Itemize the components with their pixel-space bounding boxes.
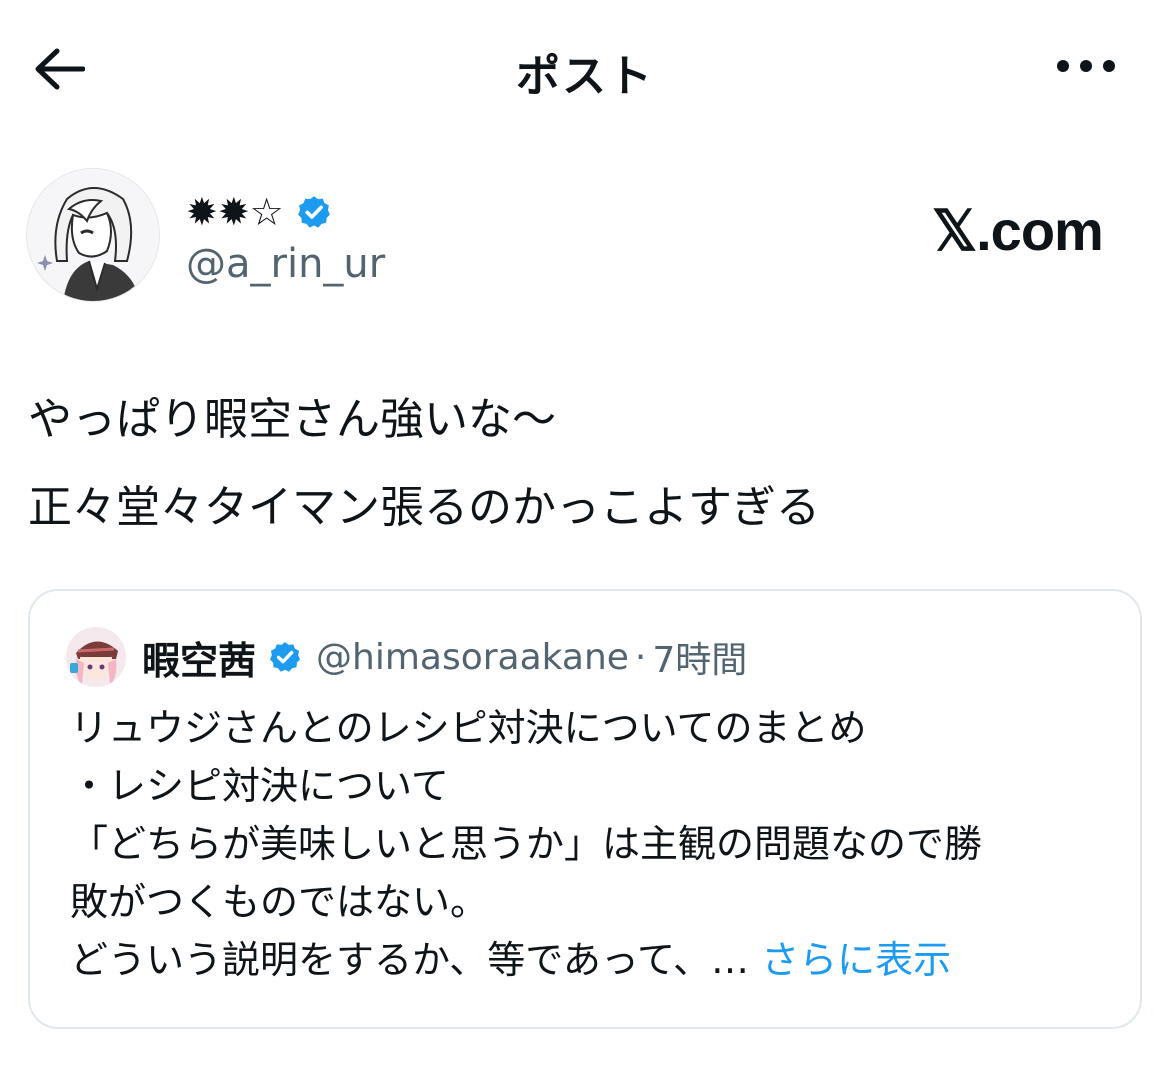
separator-dot: ·	[634, 636, 647, 678]
verified-badge-icon	[269, 642, 301, 672]
quoted-line: 敗がつくものではない。	[70, 880, 489, 924]
quoted-author-name[interactable]: 暇空茜	[142, 630, 256, 685]
author-name-text: ✹✹☆	[186, 190, 284, 234]
top-bar: ポスト	[0, 0, 1170, 135]
author-handle[interactable]: @a_rin_ur	[186, 240, 385, 288]
author-display-name[interactable]: ✹✹☆	[186, 190, 332, 234]
quoted-post-text: リュウジさんとのレシピ対決についてのまとめ ・レシピ対決について 「どちらが美味…	[70, 699, 1120, 989]
more-options-button[interactable]	[1050, 44, 1122, 88]
more-horizontal-icon	[1057, 60, 1115, 72]
x-com-watermark: 𝕏.com	[932, 199, 1104, 262]
quoted-author-avatar	[66, 627, 126, 687]
quoted-post-header: 暇空茜 @himasoraakane · 7時間	[66, 627, 747, 687]
page-title: ポスト	[516, 51, 654, 102]
show-more-link[interactable]: さらに表示	[761, 938, 951, 982]
author-avatar[interactable]	[26, 168, 160, 302]
quoted-line: ・レシピ対決について	[70, 764, 449, 808]
post-page: ポスト ✹✹☆ @a_rin_ur 𝕏.com やっぱり暇空さん強いな〜 正々堂…	[0, 0, 1170, 1068]
verified-badge-icon	[297, 196, 330, 228]
quoted-line-text: どういう説明をするか、等であって、…	[70, 938, 762, 982]
post-text: やっぱり暇空さん強いな〜 正々堂々タイマン張るのかっこよすぎる	[28, 376, 1148, 552]
quoted-post-time[interactable]: 7時間	[652, 631, 747, 683]
avatar-illustration	[66, 627, 126, 687]
quoted-line-last: どういう説明をするか、等であって、… さらに表示	[70, 931, 1120, 989]
quoted-line: 「どちらが美味しいと思うか」は主観の問題なので勝	[70, 822, 983, 866]
post-line: やっぱり暇空さん強いな〜	[28, 394, 556, 445]
quoted-line: リュウジさんとのレシピ対決についてのまとめ	[70, 706, 867, 750]
quoted-post-card[interactable]: 暇空茜 @himasoraakane · 7時間 リュウジさんとのレシピ対決につ…	[28, 589, 1142, 1029]
avatar-illustration	[27, 169, 159, 301]
post-author: ✹✹☆ @a_rin_ur 𝕏.com	[26, 168, 1146, 308]
post-line: 正々堂々タイマン張るのかっこよすぎる	[28, 482, 820, 533]
quoted-author-handle[interactable]: @himasoraakane	[316, 637, 629, 678]
